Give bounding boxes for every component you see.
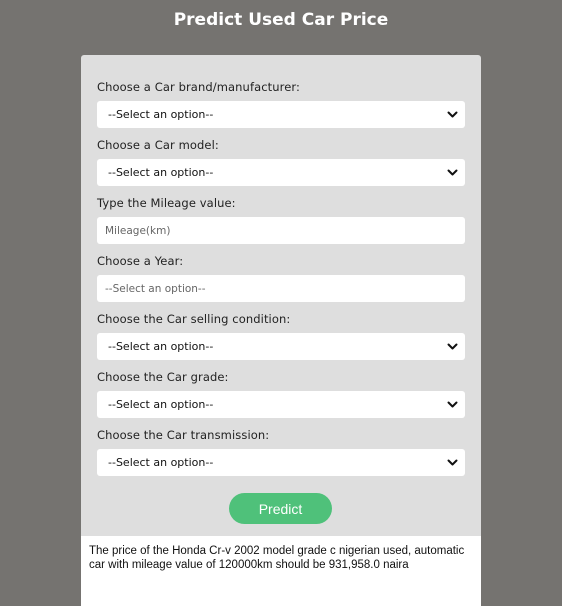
prediction-form: Choose a Car brand/manufacturer: --Selec… <box>81 55 481 606</box>
page-title: Predict Used Car Price <box>173 10 389 30</box>
year-placeholder: --Select an option-- <box>105 283 206 295</box>
transmission-label: Choose the Car transmission: <box>97 428 270 442</box>
chevron-down-icon <box>447 111 458 118</box>
grade-label: Choose the Car grade: <box>97 370 229 384</box>
model-select[interactable]: --Select an option-- <box>97 159 465 186</box>
grade-select-value: --Select an option-- <box>108 398 214 411</box>
year-input[interactable]: --Select an option-- <box>97 275 465 302</box>
condition-label: Choose the Car selling condition: <box>97 312 291 326</box>
year-label: Choose a Year: <box>97 254 184 268</box>
chevron-down-icon <box>447 343 458 350</box>
brand-label: Choose a Car brand/manufacturer: <box>97 80 301 94</box>
transmission-select[interactable]: --Select an option-- <box>97 449 465 476</box>
model-select-value: --Select an option-- <box>108 166 214 179</box>
chevron-down-icon <box>447 459 458 466</box>
condition-select[interactable]: --Select an option-- <box>97 333 465 360</box>
mileage-label: Type the Mileage value: <box>97 196 236 210</box>
brand-select-value: --Select an option-- <box>108 108 214 121</box>
result-panel: The price of the Honda Cr-v 2002 model g… <box>81 536 481 606</box>
condition-select-value: --Select an option-- <box>108 340 214 353</box>
brand-select[interactable]: --Select an option-- <box>97 101 465 128</box>
predict-button[interactable]: Predict <box>229 493 332 524</box>
mileage-input[interactable]: Mileage(km) <box>97 217 465 244</box>
transmission-select-value: --Select an option-- <box>108 456 214 469</box>
mileage-placeholder: Mileage(km) <box>105 225 171 237</box>
chevron-down-icon <box>447 401 458 408</box>
chevron-down-icon <box>447 169 458 176</box>
model-label: Choose a Car model: <box>97 138 219 152</box>
grade-select[interactable]: --Select an option-- <box>97 391 465 418</box>
result-text: The price of the Honda Cr-v 2002 model g… <box>89 545 465 571</box>
predict-button-label: Predict <box>258 500 303 517</box>
